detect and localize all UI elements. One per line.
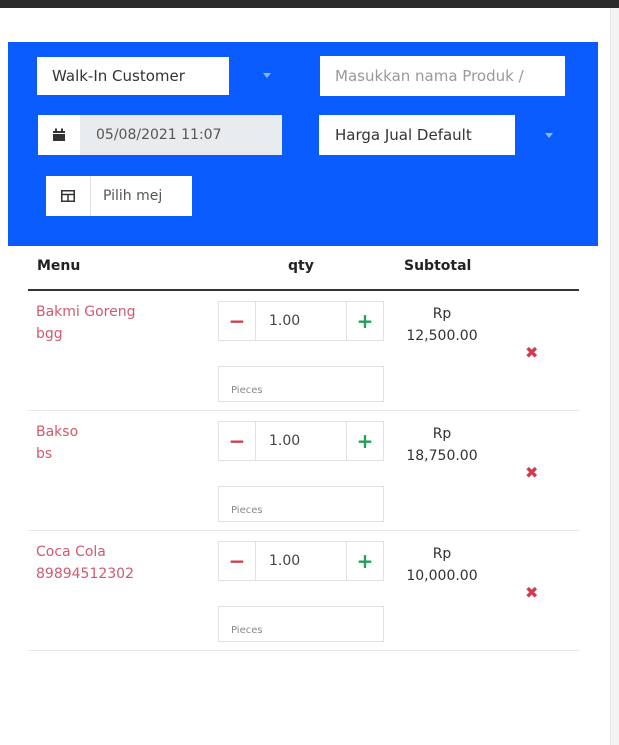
item-code: bgg: [36, 326, 63, 342]
quantity-input[interactable]: 1.00: [256, 302, 346, 340]
item-code: 89894512302: [36, 566, 134, 582]
column-header-menu: Menu: [37, 258, 81, 274]
row-divider: [28, 650, 579, 651]
decrease-qty-button[interactable]: −: [219, 542, 256, 580]
plus-icon: +: [356, 429, 374, 453]
remove-icon: ✖: [525, 583, 539, 602]
increase-qty-button[interactable]: +: [346, 422, 383, 460]
minus-icon: −: [228, 549, 246, 573]
price-list-select[interactable]: Harga Jual Default: [319, 115, 515, 155]
remove-icon: ✖: [525, 343, 539, 362]
plus-icon: +: [356, 309, 374, 333]
datetime-value: 05/08/2021 11:07: [96, 127, 222, 143]
quantity-input[interactable]: 1.00: [256, 542, 346, 580]
remove-item-button[interactable]: ✖: [525, 343, 538, 362]
subtotal-value: 12,500.00: [406, 328, 478, 344]
item-name: Bakso bs: [36, 421, 78, 465]
plus-icon: +: [356, 549, 374, 573]
currency-label: Rp: [432, 546, 452, 562]
currency-label: Rp: [432, 426, 452, 442]
remove-item-button[interactable]: ✖: [525, 583, 538, 602]
column-header-subtotal: Subtotal: [404, 258, 472, 274]
datetime-field[interactable]: 05/08/2021 11:07: [38, 115, 282, 155]
unit-input[interactable]: Pieces: [218, 606, 384, 642]
item-name-text: Bakmi Goreng: [36, 304, 136, 320]
calendar-icon: [38, 115, 80, 155]
product-search-input[interactable]: Masukkan nama Produk /: [320, 56, 565, 96]
cart-row: Coca Cola 89894512302 − 1.00 + Pieces Rp…: [28, 531, 579, 651]
item-subtotal: Rp 10,000.00: [402, 543, 482, 587]
quantity-stepper: − 1.00 +: [218, 301, 384, 341]
increase-qty-button[interactable]: +: [346, 302, 383, 340]
item-code: bs: [36, 446, 53, 462]
item-name-text: Bakso: [36, 424, 79, 440]
remove-icon: ✖: [525, 463, 539, 482]
remove-item-button[interactable]: ✖: [525, 463, 538, 482]
cart-row: Bakmi Goreng bgg − 1.00 + Pieces Rp 12,5…: [28, 291, 579, 411]
subtotal-value: 10,000.00: [406, 568, 478, 584]
item-subtotal: Rp 18,750.00: [402, 423, 482, 467]
minus-icon: −: [228, 309, 246, 333]
quantity-input[interactable]: 1.00: [256, 422, 346, 460]
increase-qty-button[interactable]: +: [346, 542, 383, 580]
item-subtotal: Rp 12,500.00: [402, 303, 482, 347]
minus-icon: −: [228, 429, 246, 453]
decrease-qty-button[interactable]: −: [219, 422, 256, 460]
cart-row: Bakso bs − 1.00 + Pieces Rp 18,750.00 ✖: [28, 411, 579, 531]
subtotal-value: 18,750.00: [406, 448, 478, 464]
item-name-text: Coca Cola: [36, 544, 106, 560]
currency-label: Rp: [432, 306, 452, 322]
quantity-stepper: − 1.00 +: [218, 541, 384, 581]
unit-input[interactable]: Pieces: [218, 366, 384, 402]
decrease-qty-button[interactable]: −: [219, 302, 256, 340]
scrollbar-track[interactable]: [610, 8, 619, 745]
column-header-qty: qty: [288, 258, 314, 274]
choose-table-button[interactable]: Pilih mej: [46, 176, 192, 216]
top-bar: [0, 0, 619, 8]
choose-table-label: Pilih mej: [103, 188, 163, 204]
item-name: Bakmi Goreng bgg: [36, 301, 136, 345]
chevron-down-icon[interactable]: [263, 73, 271, 78]
customer-select[interactable]: Walk-In Customer: [37, 57, 229, 95]
quantity-stepper: − 1.00 +: [218, 421, 384, 461]
order-header-panel: Walk-In Customer Masukkan nama Produk / …: [8, 42, 598, 246]
unit-input[interactable]: Pieces: [218, 486, 384, 522]
chevron-down-icon[interactable]: [545, 133, 553, 138]
item-name: Coca Cola 89894512302: [36, 541, 134, 585]
table-icon: [46, 176, 91, 216]
